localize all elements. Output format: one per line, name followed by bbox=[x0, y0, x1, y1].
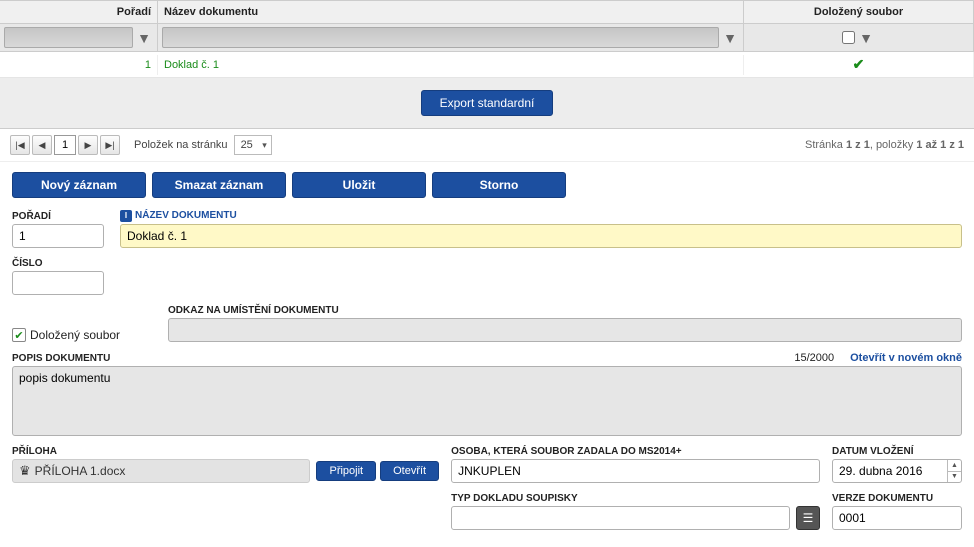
filter-icon[interactable]: ▼ bbox=[135, 28, 153, 48]
label-cislo: ČÍSLO bbox=[12, 258, 104, 269]
pager-prev-button[interactable]: ◀ bbox=[32, 135, 52, 155]
open-new-window-link[interactable]: Otevřít v novém okně bbox=[850, 352, 962, 364]
chevron-down-icon: ▼ bbox=[947, 472, 961, 483]
checkbox-dolozeny[interactable]: ✔ bbox=[12, 328, 26, 342]
cell-nazev: Doklad č. 1 bbox=[158, 55, 744, 75]
list-icon: ☰ bbox=[803, 511, 814, 525]
save-button[interactable]: Uložit bbox=[292, 172, 426, 198]
label-typ-dokladu: TYP DOKLADU SOUPISKY bbox=[451, 493, 820, 504]
chevron-up-icon: ▲ bbox=[947, 460, 961, 472]
input-odkaz[interactable] bbox=[168, 318, 962, 342]
filter-checkbox-dolozeny[interactable] bbox=[842, 31, 855, 44]
label-osoba: OSOBA, KTERÁ SOUBOR ZADALA DO MS2014+ bbox=[451, 446, 820, 457]
filter-icon[interactable]: ▼ bbox=[721, 28, 739, 48]
grid-header: Pořadí Název dokumentu Doložený soubor bbox=[0, 0, 974, 24]
cell-dolozeny: ✔ bbox=[744, 52, 974, 77]
input-verze[interactable] bbox=[832, 506, 962, 530]
form-area: POŘADÍ iNÁZEV DOKUMENTU ČÍSLO ✔ Doložený… bbox=[0, 206, 974, 542]
popis-counter: 15/2000 bbox=[794, 352, 834, 364]
open-button[interactable]: Otevřít bbox=[380, 461, 439, 481]
label-poradi: POŘADÍ bbox=[12, 211, 104, 222]
pager-next-button[interactable]: ▶ bbox=[78, 135, 98, 155]
pager-info: Stránka 1 z 1, položky 1 až 1 z 1 bbox=[805, 139, 964, 151]
label-verze: VERZE DOKUMENTU bbox=[832, 493, 962, 504]
input-poradi[interactable] bbox=[12, 224, 104, 248]
input-nazev[interactable] bbox=[120, 224, 962, 248]
input-datum[interactable] bbox=[832, 459, 962, 483]
label-nazev: iNÁZEV DOKUMENTU bbox=[120, 210, 962, 222]
pager-page-input[interactable] bbox=[54, 135, 76, 155]
new-button[interactable]: Nový záznam bbox=[12, 172, 146, 198]
attach-button[interactable]: Připojit bbox=[316, 461, 376, 481]
label-odkaz: ODKAZ NA UMÍSTĚNÍ DOKUMENTU bbox=[168, 305, 962, 316]
input-cislo[interactable] bbox=[12, 271, 104, 295]
cancel-button[interactable]: Storno bbox=[432, 172, 566, 198]
lookup-button[interactable]: ☰ bbox=[796, 506, 820, 530]
textarea-popis[interactable] bbox=[12, 366, 962, 436]
grid-header-poradi[interactable]: Pořadí bbox=[0, 1, 158, 23]
table-row[interactable]: 1 Doklad č. 1 ✔ bbox=[0, 52, 974, 78]
pager-items-label: Položek na stránku bbox=[134, 139, 228, 151]
export-button[interactable]: Export standardní bbox=[421, 90, 554, 116]
filter-icon[interactable]: ▼ bbox=[857, 28, 875, 48]
label-popis: POPIS DOKUMENTU bbox=[12, 353, 110, 364]
certificate-icon: ♛ bbox=[19, 463, 31, 479]
pager-items-select[interactable]: 25 bbox=[234, 135, 272, 155]
toolbar: Nový záznam Smazat záznam Uložit Storno bbox=[0, 162, 974, 206]
pager-bar: |◀ ◀ ▶ ▶| Položek na stránku 25 Stránka … bbox=[0, 129, 974, 162]
date-spinner[interactable]: ▲▼ bbox=[947, 460, 961, 482]
grid-header-nazev[interactable]: Název dokumentu bbox=[158, 1, 744, 23]
filter-input-poradi[interactable] bbox=[4, 27, 133, 48]
label-priloha: PŘÍLOHA bbox=[12, 446, 439, 457]
label-dolozeny: Doložený soubor bbox=[30, 328, 120, 342]
filter-input-nazev[interactable] bbox=[162, 27, 719, 48]
delete-button[interactable]: Smazat záznam bbox=[152, 172, 286, 198]
label-datum: DATUM VLOŽENÍ bbox=[832, 446, 962, 457]
input-typ-dokladu[interactable] bbox=[451, 506, 790, 530]
input-osoba[interactable] bbox=[451, 459, 820, 483]
check-icon: ✔ bbox=[853, 56, 865, 72]
pager-first-button[interactable]: |◀ bbox=[10, 135, 30, 155]
info-icon: i bbox=[120, 210, 132, 222]
grid-filter-row: ▼ ▼ ▼ bbox=[0, 24, 974, 52]
priloha-file-display: ♛ PŘÍLOHA 1.docx bbox=[12, 459, 310, 483]
pager-last-button[interactable]: ▶| bbox=[100, 135, 120, 155]
grid-footer: Export standardní bbox=[0, 78, 974, 129]
grid-header-dolozeny[interactable]: Doložený soubor bbox=[744, 1, 974, 23]
cell-poradi: 1 bbox=[0, 55, 158, 75]
